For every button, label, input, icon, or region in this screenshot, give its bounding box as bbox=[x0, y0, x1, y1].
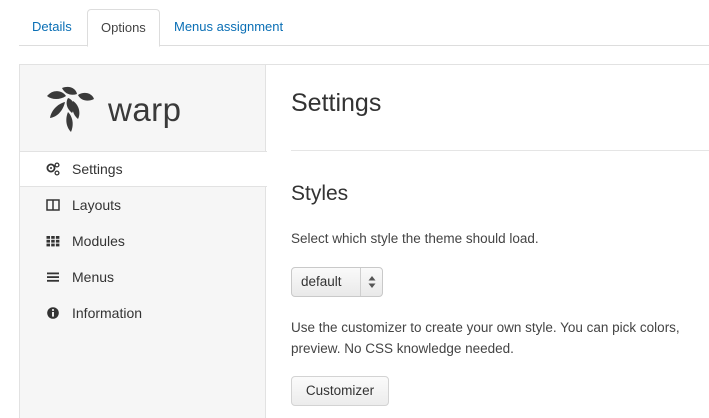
sidebar-item-layouts[interactable]: Layouts bbox=[20, 187, 266, 223]
sidebar-item-information[interactable]: Information bbox=[20, 295, 266, 331]
warp-logo-icon bbox=[47, 86, 94, 132]
updown-arrows-icon bbox=[368, 276, 376, 288]
info-icon bbox=[46, 306, 60, 320]
columns-icon bbox=[46, 198, 60, 212]
customizer-button[interactable]: Customizer bbox=[291, 376, 389, 406]
styles-heading: Styles bbox=[291, 182, 349, 205]
tab-bar: Details Options Menus assignment bbox=[19, 9, 709, 47]
grid-icon bbox=[46, 234, 60, 248]
page-title: Settings bbox=[291, 89, 382, 117]
divider bbox=[291, 150, 709, 151]
select-separator bbox=[360, 268, 361, 296]
styles-description: Select which style the theme should load… bbox=[291, 231, 539, 246]
customizer-description: Use the customizer to create your own st… bbox=[291, 320, 680, 356]
sidebar-item-label: Menus bbox=[72, 269, 115, 285]
sidebar-item-menus[interactable]: Menus bbox=[20, 259, 266, 295]
style-select[interactable]: default bbox=[291, 267, 383, 297]
logo-text: warp bbox=[108, 91, 182, 128]
sidebar-item-label: Settings bbox=[72, 161, 123, 177]
sidebar-item-label: Layouts bbox=[72, 197, 122, 213]
sidebar-item-modules[interactable]: Modules bbox=[20, 223, 266, 259]
sidebar-item-settings[interactable]: Settings bbox=[20, 151, 267, 187]
settings-content: Settings Styles Select which style the t… bbox=[291, 65, 709, 418]
sidebar: warp Settings Layouts Modules Menus Info… bbox=[20, 65, 267, 418]
sidebar-item-label: Information bbox=[72, 305, 143, 321]
options-panel: warp Settings Layouts Modules Menus Info… bbox=[19, 64, 709, 418]
tab-menus-assignment[interactable]: Menus assignment bbox=[161, 9, 296, 46]
sidebar-item-label: Modules bbox=[72, 233, 125, 249]
style-select-value: default bbox=[301, 274, 342, 289]
tab-options[interactable]: Options bbox=[87, 9, 160, 47]
warp-logo: warp bbox=[44, 85, 182, 135]
list-icon bbox=[46, 270, 60, 284]
cogs-icon bbox=[46, 162, 60, 176]
tab-details[interactable]: Details bbox=[19, 9, 85, 46]
sidebar-nav: Settings Layouts Modules Menus Informati… bbox=[20, 151, 267, 331]
